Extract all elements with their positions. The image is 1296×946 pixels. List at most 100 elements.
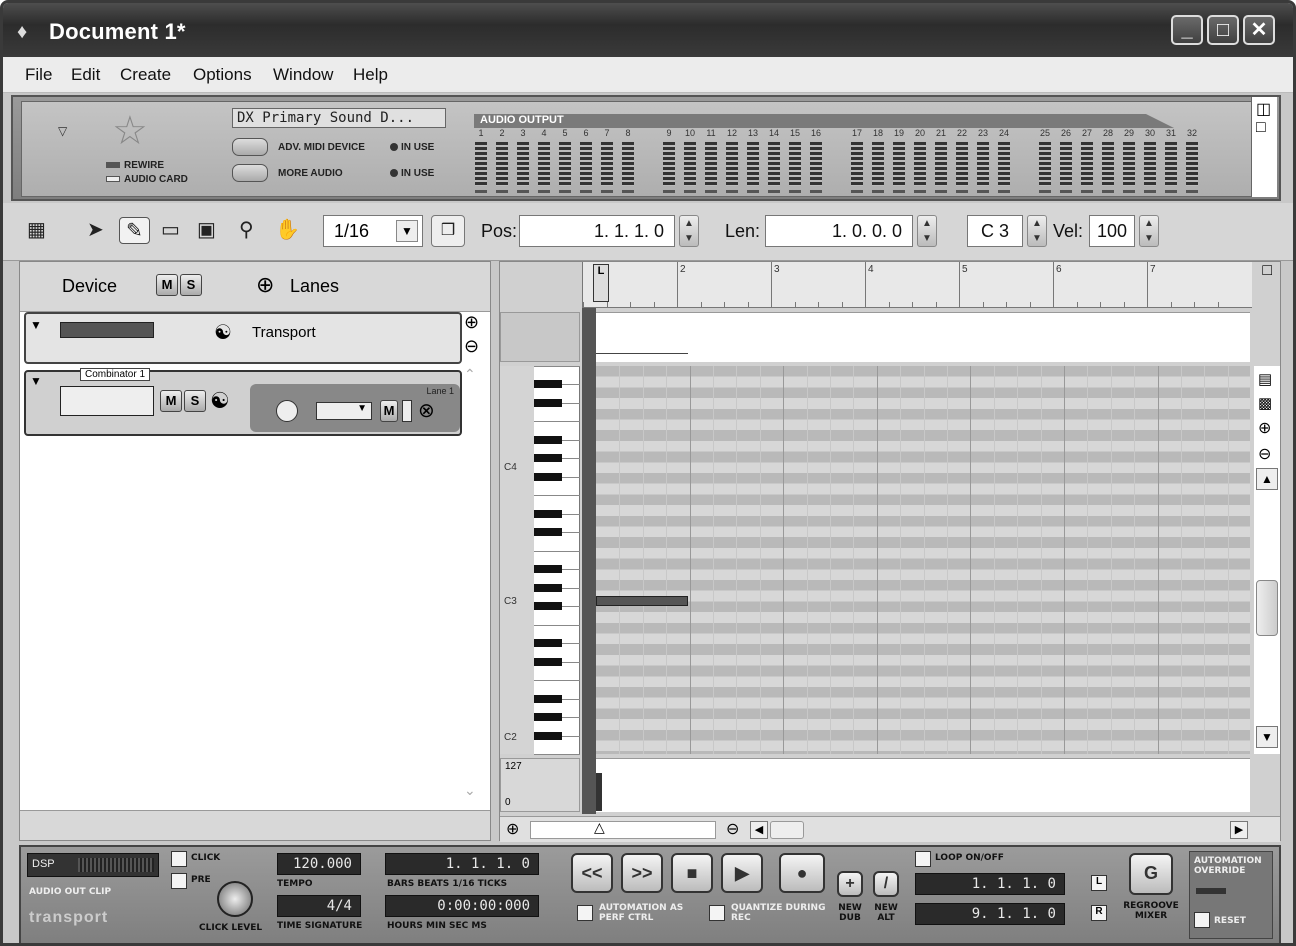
menu-help[interactable]: Help	[353, 65, 388, 85]
magnify-tool-icon[interactable]: ⚲	[239, 217, 254, 242]
rewind-button[interactable]: <<	[571, 853, 613, 893]
add-lane-icon[interactable]: ⊕	[256, 272, 274, 298]
black-key[interactable]	[534, 509, 562, 518]
zoom-slider[interactable]	[530, 821, 716, 839]
black-key[interactable]	[534, 565, 562, 574]
minimize-button[interactable]: _	[1171, 15, 1203, 45]
black-key[interactable]	[534, 435, 562, 444]
fold-triangle-icon[interactable]: ▽	[58, 124, 67, 138]
record-enable-button[interactable]	[276, 400, 298, 422]
click-checkbox[interactable]	[171, 851, 187, 867]
pre-checkbox[interactable]	[171, 873, 187, 889]
velocity-spinner[interactable]: ▲ ▼	[1139, 215, 1159, 247]
note-field[interactable]: C 3	[967, 215, 1023, 247]
tempo-display[interactable]: 120.000	[277, 853, 361, 875]
adv-midi-device-button[interactable]	[232, 138, 268, 156]
menu-options[interactable]: Options	[193, 65, 252, 85]
loop-right-button[interactable]: R	[1091, 905, 1107, 921]
length-field[interactable]: 1. 0. 0. 0	[765, 215, 913, 247]
song-position-pointer[interactable]	[582, 308, 596, 814]
note-grid[interactable]	[596, 366, 1250, 754]
position-spinner[interactable]: ▲ ▼	[679, 215, 699, 247]
record-button[interactable]: ●	[779, 853, 825, 893]
zoom-in-icon[interactable]: ⊕	[464, 312, 479, 333]
combinator-track[interactable]: ▼ Combinator 1 M S ☯ Lane 1 ▼ M ⊗	[24, 368, 462, 436]
menu-file[interactable]: File	[25, 65, 52, 85]
new-dub-button[interactable]: +	[837, 871, 863, 897]
track-list-scrollbar[interactable]: ⊕ ⊖ ⌃ ⌄	[464, 312, 490, 806]
menu-create[interactable]: Create	[120, 65, 171, 85]
timeline-ruler[interactable]: L 2 3 4 5 6 7	[582, 262, 1252, 308]
solo-all-button[interactable]: S	[180, 274, 202, 296]
editor-window-icon[interactable]: □	[1262, 262, 1272, 280]
new-alt-button[interactable]: /	[873, 871, 899, 897]
black-key[interactable]	[534, 602, 562, 611]
combinator-mute-button[interactable]: M	[160, 390, 182, 412]
razor-tool-icon[interactable]: ▣	[197, 217, 216, 242]
horizontal-scroll-thumb[interactable]	[770, 821, 804, 839]
velocity-lane-content[interactable]	[596, 758, 1250, 812]
menu-edit[interactable]: Edit	[71, 65, 100, 85]
zoom-out-icon[interactable]: ⊖	[726, 819, 739, 839]
transport-track[interactable]: ▼ ☯ Transport	[24, 312, 462, 364]
automation-icon[interactable]: ☯	[214, 320, 232, 345]
zoom-out-icon[interactable]: ⊖	[464, 336, 479, 357]
maximize-button[interactable]: □	[1207, 15, 1239, 45]
delete-lane-icon[interactable]: ⊗	[418, 398, 435, 423]
chevron-down-icon[interactable]: ▼	[396, 220, 418, 242]
pencil-tool-icon[interactable]: ✎	[119, 217, 150, 244]
hand-tool-icon[interactable]: ✋	[275, 217, 300, 242]
time-position-display[interactable]: 0:00:00:000	[385, 895, 539, 917]
scroll-up-icon[interactable]: ⌃	[464, 366, 476, 383]
scroll-down-icon[interactable]: ⌄	[464, 782, 476, 799]
fold-triangle-icon[interactable]: ▼	[30, 318, 42, 332]
zoom-slider-handle-icon[interactable]: △	[594, 819, 605, 836]
position-field[interactable]: 1. 1. 1. 0	[519, 215, 675, 247]
vertical-scroll-thumb[interactable]	[1256, 580, 1278, 636]
black-key[interactable]	[534, 583, 562, 592]
bars-position-display[interactable]: 1. 1. 1. 0	[385, 853, 539, 875]
lane-handle[interactable]	[402, 400, 412, 422]
length-spinner[interactable]: ▲ ▼	[917, 215, 937, 247]
key-view-icon[interactable]: ▩	[1258, 394, 1272, 412]
black-key[interactable]	[534, 713, 562, 722]
click-level-knob[interactable]	[217, 881, 253, 917]
black-key[interactable]	[534, 694, 562, 703]
menu-window[interactable]: Window	[273, 65, 333, 85]
rack-window-icon[interactable]: □	[1256, 119, 1266, 137]
time-signature-display[interactable]: 4/4	[277, 895, 361, 917]
piano-keyboard[interactable]	[534, 366, 580, 755]
scroll-left-button[interactable]: ◀	[750, 821, 768, 839]
transport-lane-content[interactable]	[596, 312, 1250, 362]
automation-icon[interactable]: ☯	[210, 388, 230, 414]
close-button[interactable]: ✕	[1243, 15, 1275, 45]
scroll-down-button[interactable]: ▼	[1256, 726, 1278, 748]
black-key[interactable]	[534, 380, 562, 389]
midi-note-c3[interactable]	[596, 596, 688, 606]
lane-1[interactable]: Lane 1 ▼ M ⊗	[250, 384, 460, 432]
loop-checkbox[interactable]	[915, 851, 931, 867]
black-key[interactable]	[534, 639, 562, 648]
title-bar[interactable]: ♦ Document 1* _ □ ✕	[3, 3, 1293, 57]
black-key[interactable]	[534, 454, 562, 463]
black-key[interactable]	[534, 731, 562, 740]
lane-mute-button[interactable]: M	[380, 400, 398, 422]
black-key[interactable]	[534, 398, 562, 407]
velocity-field[interactable]: 100	[1089, 215, 1135, 247]
loop-left-marker[interactable]: L	[593, 264, 609, 302]
stop-button[interactable]: ■	[671, 853, 713, 893]
black-key[interactable]	[534, 657, 562, 666]
zoom-in-icon[interactable]: ⊕	[506, 819, 519, 839]
regroove-mixer-button[interactable]: G	[1129, 853, 1173, 895]
loop-left-display[interactable]: 1. 1. 1. 0	[915, 873, 1065, 895]
scroll-right-button[interactable]: ▶	[1230, 821, 1248, 839]
black-key[interactable]	[534, 528, 562, 537]
scroll-up-button[interactable]: ▲	[1256, 468, 1278, 490]
lane-view-icon[interactable]: ▤	[1258, 370, 1272, 388]
edit-mode-icon[interactable]: ▦	[27, 217, 46, 242]
mute-all-button[interactable]: M	[156, 274, 178, 296]
note-spinner[interactable]: ▲ ▼	[1027, 215, 1047, 247]
audio-device-display[interactable]: DX Primary Sound D...	[232, 108, 446, 128]
quantize-rec-checkbox[interactable]	[709, 905, 725, 921]
snap-select[interactable]: 1/16 ▼	[323, 215, 423, 247]
